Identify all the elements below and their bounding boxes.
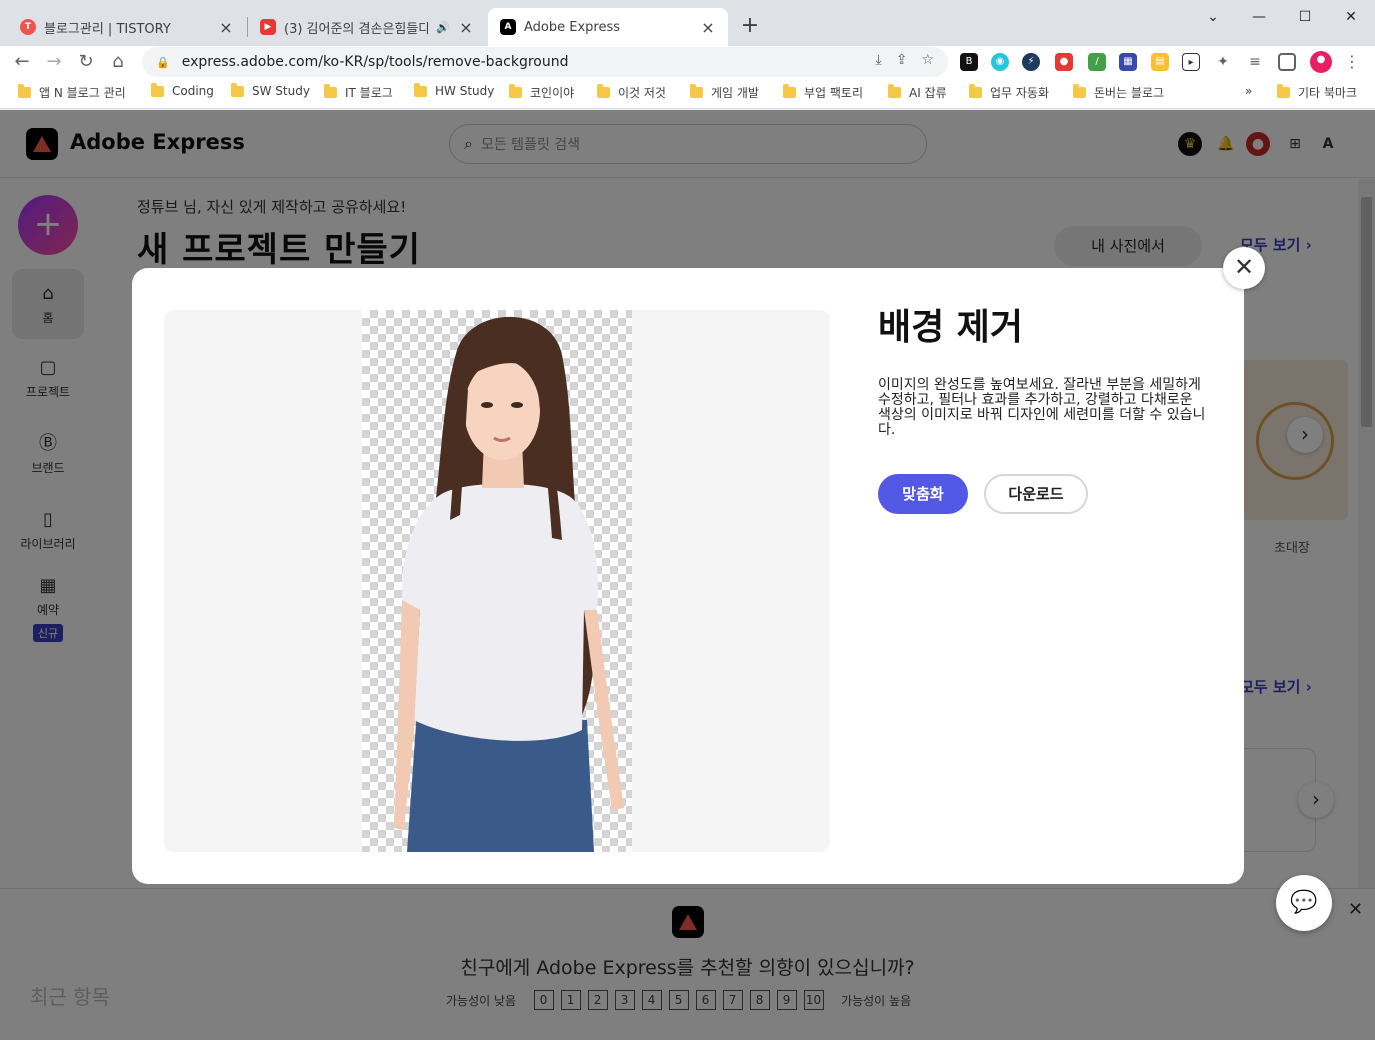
folder-icon — [231, 82, 244, 97]
lock-icon[interactable]: 🔒 — [156, 56, 170, 69]
bookmark-label: SW Study — [252, 84, 310, 98]
modal-description: 이미지의 완성도를 높여보세요. 잘라낸 부분을 세밀하게 수정하고, 필터나 … — [878, 377, 1206, 438]
customize-button[interactable]: 맞춤화 — [878, 474, 968, 514]
chevron-down-icon[interactable]: ⌄ — [1190, 6, 1236, 28]
folder-icon — [414, 82, 427, 97]
modal-close-button[interactable]: ✕ — [1223, 247, 1265, 289]
bookmark-label: 부업 팩토리 — [804, 86, 864, 100]
bookmark-label: 앱 N 블로그 관리 — [39, 86, 126, 100]
adobe-express-icon: A — [500, 19, 516, 35]
minimize-button[interactable]: — — [1236, 6, 1282, 28]
tab-title: (3) 김어준의 겸손은힘들다 — [284, 21, 429, 37]
folder-icon — [151, 82, 164, 97]
bookmark-folder[interactable]: 앱 N 블로그 관리 — [18, 84, 126, 101]
extension-record-icon[interactable]: ● — [1055, 53, 1073, 71]
bookmark-label: 게임 개발 — [711, 86, 759, 100]
install-icon[interactable]: ⤓ — [876, 52, 882, 68]
bookmark-folder[interactable]: IT 블로그 — [324, 84, 393, 101]
close-icon[interactable]: × — [218, 18, 234, 37]
bookmark-label: IT 블로그 — [345, 86, 393, 100]
back-button[interactable]: ← — [10, 50, 34, 74]
bookmark-folder[interactable]: 돈버는 블로그 — [1073, 84, 1164, 101]
folder-icon — [1277, 84, 1290, 98]
chat-icon: 💬 — [1290, 890, 1318, 915]
bookmark-folder[interactable]: 이것 저것 — [597, 84, 666, 101]
tab-title: 블로그관리 | TISTORY — [44, 21, 171, 37]
maximize-button[interactable]: ☐ — [1282, 6, 1328, 28]
bookmark-folder[interactable]: 코인이야 — [509, 84, 574, 101]
bookmark-folder[interactable]: 부업 팩토리 — [783, 84, 863, 101]
folder-icon — [783, 84, 796, 98]
bookmarks-overflow[interactable]: » — [1245, 84, 1252, 98]
tab-youtube[interactable]: ▶ (3) 김어준의 겸손은힘들다 🔊 × — [248, 8, 486, 46]
extension-grid-icon[interactable]: ▦ — [1119, 53, 1137, 71]
remove-background-modal: 배경 제거 이미지의 완성도를 높여보세요. 잘라낸 부분을 세밀하게 수정하고… — [132, 268, 1244, 884]
folder-icon — [18, 84, 31, 98]
other-bookmarks[interactable]: 기타 북마크 — [1277, 84, 1357, 101]
speaker-icon[interactable]: 🔊 — [436, 21, 450, 34]
tistory-icon: T — [20, 19, 36, 35]
folder-icon — [690, 84, 703, 98]
bookmarks-bar: 앱 N 블로그 관리 Coding SW Study IT 블로그 HW Stu… — [0, 78, 1375, 109]
cutout-person-image — [394, 316, 624, 852]
forward-button[interactable]: → — [42, 50, 66, 74]
folder-icon — [324, 84, 337, 98]
bookmark-folder[interactable]: HW Study — [414, 82, 495, 98]
bookmark-label: 기타 북마크 — [1298, 86, 1358, 100]
bookmark-folder[interactable]: AI 잡류 — [888, 84, 947, 101]
folder-icon — [1073, 84, 1086, 98]
window-close-button[interactable]: ✕ — [1328, 6, 1374, 28]
folder-icon — [509, 84, 522, 98]
extension-pen-icon[interactable]: / — [1088, 53, 1106, 71]
bookmark-folder[interactable]: Coding — [151, 82, 214, 98]
browser-tab-bar: T 블로그관리 | TISTORY × ▶ (3) 김어준의 겸손은힘들다 🔊 … — [0, 0, 1375, 46]
url-text: express.adobe.com/ko-KR/sp/tools/remove-… — [181, 54, 569, 70]
tab-title: Adobe Express — [524, 19, 621, 35]
extension-tag-icon[interactable]: ▤ — [1151, 53, 1169, 71]
bookmark-label: 이것 저것 — [618, 86, 666, 100]
new-tab-button[interactable]: + — [738, 12, 762, 40]
address-bar[interactable]: 🔒 express.adobe.com/ko-KR/sp/tools/remov… — [142, 47, 948, 77]
extension-chat-icon[interactable]: ◉ — [991, 53, 1009, 71]
bookmark-label: 코인이야 — [530, 86, 575, 100]
folder-icon — [969, 84, 982, 98]
close-icon[interactable]: × — [700, 18, 716, 37]
folder-icon — [888, 84, 901, 98]
reload-button[interactable]: ↻ — [74, 50, 98, 74]
image-preview — [164, 310, 830, 852]
bookmark-folder[interactable]: SW Study — [231, 82, 310, 98]
bookmark-label: Coding — [172, 84, 214, 98]
tab-tistory[interactable]: T 블로그관리 | TISTORY × — [8, 8, 246, 46]
media-control-icon[interactable]: ≡ — [1246, 53, 1264, 71]
tab-adobe-express[interactable]: A Adobe Express × — [488, 8, 728, 46]
home-button[interactable]: ⌂ — [106, 50, 130, 74]
bookmark-folder[interactable]: 업무 자동화 — [969, 84, 1049, 101]
share-icon[interactable]: ⇪ — [896, 52, 908, 68]
bookmark-label: HW Study — [435, 84, 495, 98]
browser-toolbar: ← → ↻ ⌂ 🔒 express.adobe.com/ko-KR/sp/too… — [0, 46, 1375, 78]
folder-icon — [597, 84, 610, 98]
more-menu-icon[interactable]: ⋮ — [1343, 53, 1361, 71]
bookmark-label: 업무 자동화 — [990, 86, 1050, 100]
download-button[interactable]: 다운로드 — [984, 474, 1088, 514]
extension-b-icon[interactable]: B — [960, 53, 978, 71]
extension-video-icon[interactable]: ▸ — [1182, 53, 1200, 71]
youtube-icon: ▶ — [260, 19, 276, 35]
profile-avatar[interactable]: ● — [1310, 51, 1332, 73]
bookmark-label: 돈버는 블로그 — [1094, 86, 1165, 100]
close-icon[interactable]: × — [458, 18, 474, 37]
transparent-background — [362, 310, 632, 852]
bookmark-star-icon[interactable]: ☆ — [921, 52, 934, 68]
bookmark-label: AI 잡류 — [909, 86, 947, 100]
sidepanel-icon[interactable] — [1278, 53, 1296, 71]
bookmark-folder[interactable]: 게임 개발 — [690, 84, 759, 101]
extension-bolt-icon[interactable]: ⚡ — [1022, 53, 1040, 71]
puzzle-icon[interactable]: ✦ — [1214, 53, 1232, 71]
chat-feedback-button[interactable]: 💬 — [1276, 875, 1332, 931]
modal-title: 배경 제거 — [878, 307, 1024, 348]
